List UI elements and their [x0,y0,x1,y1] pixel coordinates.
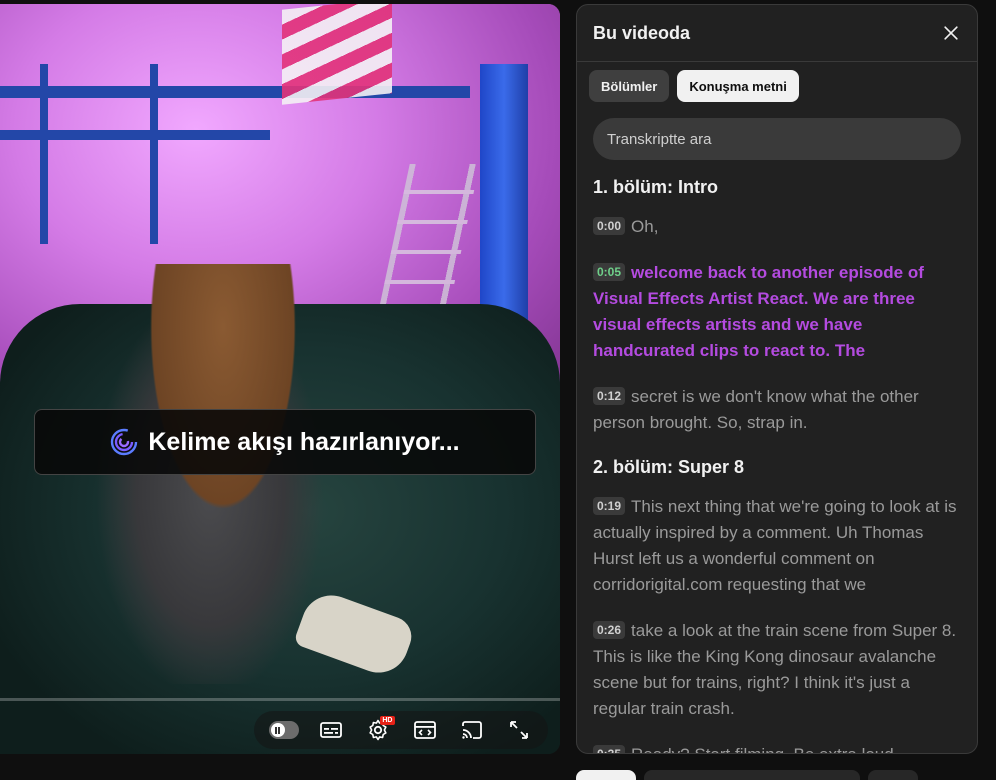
caption-text: Kelime akışı hazırlanıyor... [148,427,460,456]
video-frame-flag [282,4,392,105]
transcript-segment[interactable]: 0:35 Ready? Start filming. Be extra loud [593,742,961,753]
timestamp-badge[interactable]: 0:00 [593,217,626,235]
chapter-heading: 2. bölüm: Super 8 [593,457,745,477]
fullscreen-icon [509,721,528,739]
close-button[interactable] [939,21,963,45]
transcript-search-input[interactable] [605,129,949,149]
miniplayer-button[interactable] [410,715,440,745]
timestamp-badge[interactable]: 0:19 [593,497,626,515]
in-this-video-panel: Bu videoda Bölümler Konuşma metni 1. böl… [576,4,978,754]
panel-tabs: Bölümler Konuşma metni [577,62,977,102]
tab-chapters[interactable]: Bölümler [589,70,670,102]
transcript-list: 1. bölüm: Intro 0:00 Oh, 0:05 welcome back t… [577,176,977,753]
segment-text: Oh, [631,217,659,236]
timestamp-badge[interactable]: 0:35 [593,745,626,753]
timestamp-badge[interactable]: 0:05 [593,263,626,281]
hd-badge: HD [380,716,395,725]
fullscreen-button[interactable] [504,715,534,745]
tab-transcript[interactable]: Konuşma metni [677,70,799,102]
settings-button[interactable]: HD [363,715,395,745]
timestamp-badge[interactable]: 0:26 [593,621,626,639]
close-icon [944,26,958,40]
spiral-loading-icon [111,428,138,456]
segment-text: take a look at the train scene from Supe… [593,621,957,718]
transcript-segment[interactable]: 0:00 Oh, [593,214,961,240]
caption-overlay: Kelime akışı hazırlanıyor... [34,409,536,475]
cast-icon [461,721,482,739]
transcript-segment[interactable]: 0:12 secret is we don't know what the oth… [593,384,961,436]
segment-text: secret is we don't know what the other p… [593,387,919,432]
transcript-segment[interactable]: 0:26 take a look at the train scene from … [593,618,961,722]
transcript-search [593,118,961,160]
player-controls: HD [254,711,548,749]
cast-button[interactable] [457,715,487,745]
progress-bar[interactable] [0,698,560,701]
bottom-chip[interactable] [868,770,918,780]
transcript-segment[interactable]: 0:19 This next thing that we're going to … [593,494,961,598]
subtitles-icon [319,722,342,738]
timestamp-badge[interactable]: 0:12 [593,387,626,405]
segment-text: welcome back to another episode of Visua… [593,263,924,360]
video-player[interactable]: Kelime akışı hazırlanıyor... HD [0,4,560,754]
pause-toggle-icon [268,721,299,739]
bottom-chip[interactable] [576,770,636,780]
panel-header: Bu videoda [577,5,977,62]
video-frame-railing [150,64,158,244]
segment-text: This next thing that we're going to look… [593,497,957,594]
transcript-segment-active[interactable]: 0:05 welcome back to another episode of V… [593,260,961,364]
video-frame-railing [40,64,48,244]
panel-title: Bu videoda [593,22,691,43]
pause-toggle-button[interactable] [268,715,299,745]
video-frame-railing [0,86,470,98]
chapter-heading: 1. bölüm: Intro [593,177,718,197]
segment-text: Ready? Start filming. Be extra loud [631,745,894,753]
miniplayer-icon [413,721,436,739]
bottom-chip[interactable] [644,770,860,780]
subtitles-button[interactable] [316,715,346,745]
